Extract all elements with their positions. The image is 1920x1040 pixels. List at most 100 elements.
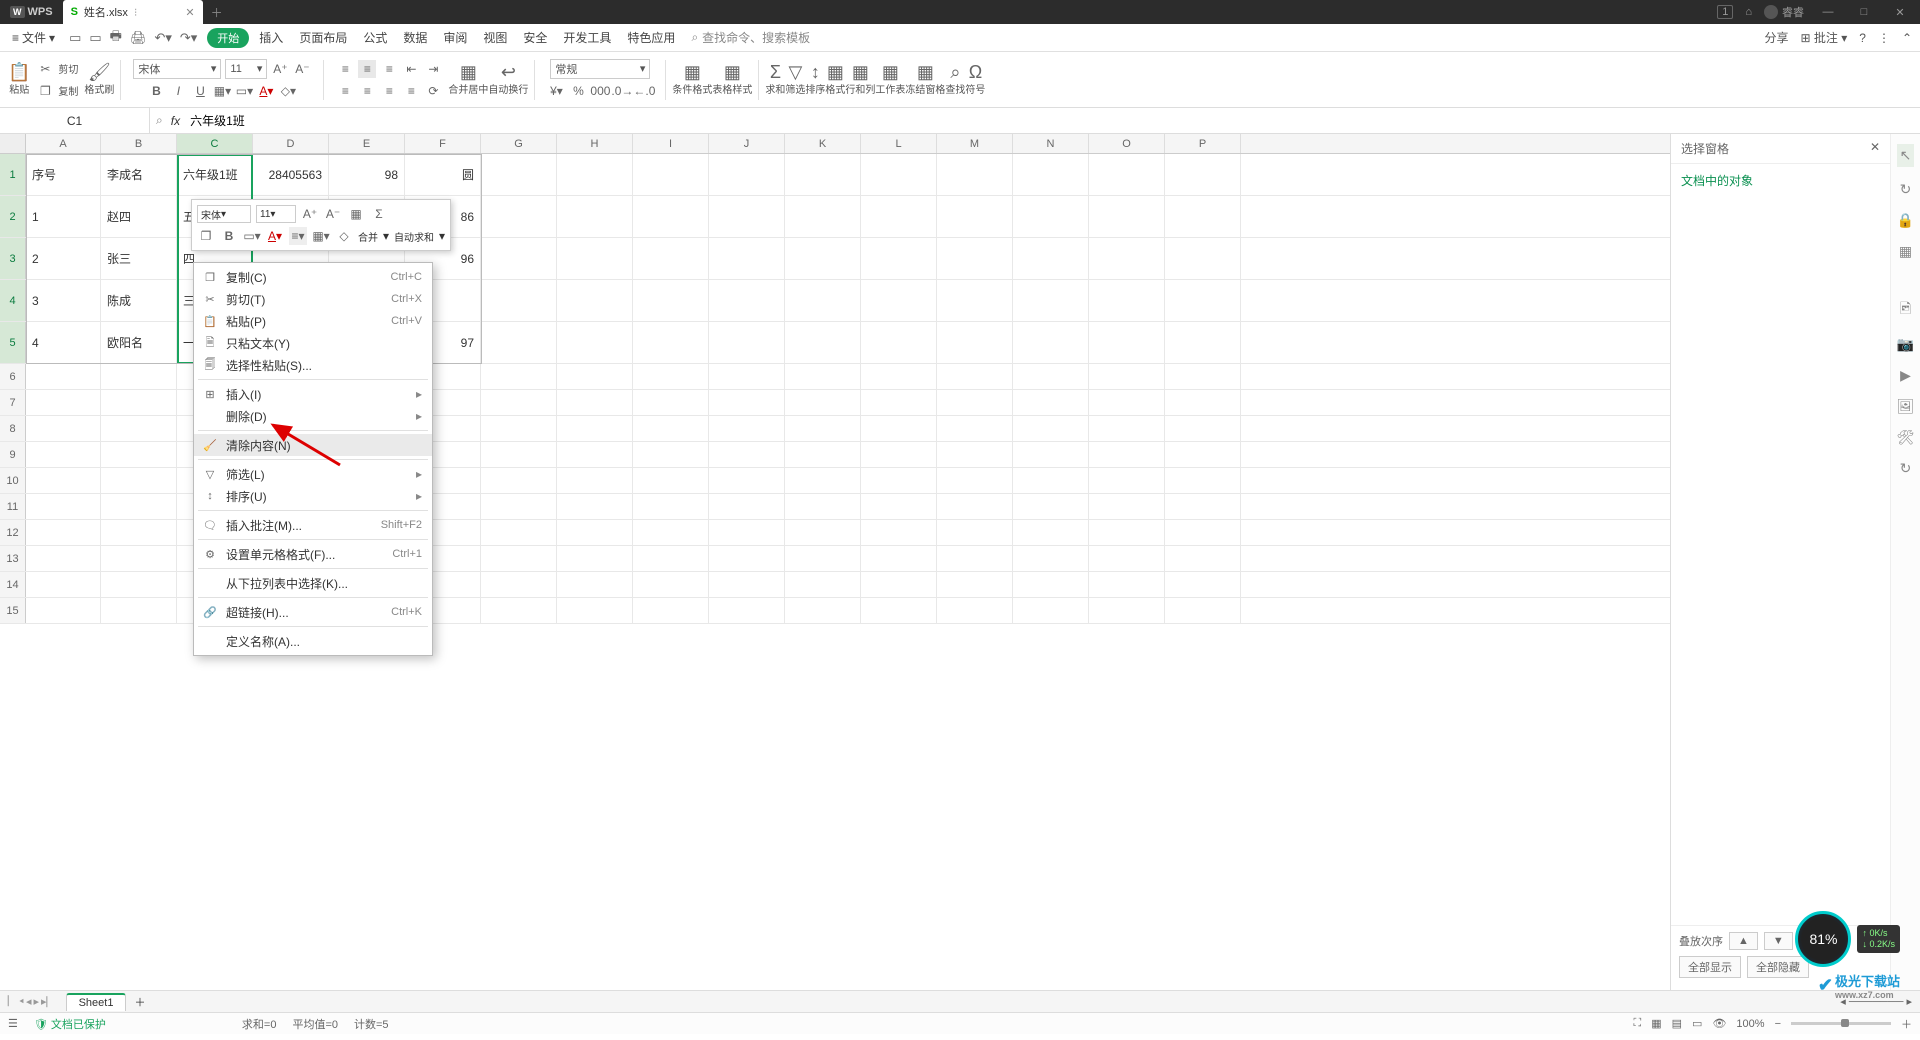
cell[interactable] [1165,416,1241,441]
col-G[interactable]: G [481,134,557,153]
add-sheet-button[interactable]: ＋ [126,994,153,1010]
cell[interactable] [785,442,861,467]
cell[interactable] [481,572,557,597]
zoom-in-icon[interactable]: ＋ [1901,1016,1912,1032]
mt-align-icon[interactable]: ≡▾ [289,227,307,245]
cell[interactable] [1013,416,1089,441]
cell[interactable] [709,572,785,597]
cell[interactable] [101,390,177,415]
cell[interactable] [937,442,1013,467]
view-reading-icon[interactable]: ▭ [1692,1017,1702,1030]
ctx-copy[interactable]: ❐复制(C)Ctrl+C [194,266,432,288]
cell[interactable] [1013,154,1089,195]
cell[interactable] [481,442,557,467]
cell[interactable] [861,494,937,519]
side-grid-icon[interactable]: ▦ [1899,243,1912,260]
collapse-ribbon-icon[interactable]: ⌃ [1902,31,1912,45]
cell[interactable] [633,468,709,493]
cell[interactable] [1089,468,1165,493]
col-D[interactable]: D [253,134,329,153]
cell[interactable] [481,280,557,321]
cell[interactable] [557,196,633,237]
side-play-icon[interactable]: ▶ [1900,367,1911,384]
tab-formula[interactable]: 公式 [357,29,393,46]
user-avatar[interactable]: 睿睿 [1764,4,1804,20]
cell[interactable] [785,322,861,363]
find-button[interactable]: ⌕查找 [945,63,965,96]
cell[interactable] [481,598,557,623]
qat-preview-icon[interactable]: 🖶 [110,27,122,49]
cell[interactable] [1013,494,1089,519]
cell[interactable] [785,572,861,597]
mt-grow-icon[interactable]: A⁺ [301,205,319,223]
perf-gauge[interactable]: 81% [1795,911,1851,967]
cell[interactable] [785,598,861,623]
cell[interactable] [481,520,557,545]
qat-print2-icon[interactable]: 🖨 [130,30,147,46]
cell[interactable] [1013,442,1089,467]
cell[interactable] [1013,572,1089,597]
align-mid-icon[interactable]: ≡ [358,60,376,78]
sort-button[interactable]: ↕排序 [805,63,825,96]
col-B[interactable]: B [101,134,177,153]
ctx-sort[interactable]: ↕排序(U)▸ [194,485,432,507]
fill-icon[interactable]: ▭▾ [235,82,253,100]
cell[interactable] [937,598,1013,623]
cell[interactable] [1013,546,1089,571]
row-header[interactable]: 3 [0,238,26,279]
cell[interactable] [1165,572,1241,597]
ctx-paste-text[interactable]: 🗎只粘文本(Y) [194,332,432,354]
cell[interactable] [709,390,785,415]
cell[interactable] [557,598,633,623]
cell[interactable] [1089,416,1165,441]
cell[interactable]: 28405563 [253,154,329,195]
sheet-tab-1[interactable]: Sheet1 [66,993,127,1011]
cell[interactable] [481,546,557,571]
cell[interactable] [785,416,861,441]
cell[interactable] [861,468,937,493]
cell[interactable]: 欧阳名 [101,322,177,363]
cell[interactable] [1089,196,1165,237]
cell[interactable] [101,468,177,493]
row-header[interactable]: 7 [0,390,26,415]
copy-icon[interactable]: ❐ [36,82,54,100]
zoom-out-icon[interactable]: − [1775,1018,1781,1030]
cell[interactable] [937,546,1013,571]
stack-up-button[interactable]: ▲ [1729,932,1758,950]
wrap-button[interactable]: ↩自动换行 [488,63,528,96]
tab-dev[interactable]: 开发工具 [557,29,617,46]
zoom-label[interactable]: 100% [1736,1018,1764,1030]
font-name-select[interactable]: 宋体▾ [133,59,221,79]
cell[interactable] [1165,322,1241,363]
col-I[interactable]: I [633,134,709,153]
cell[interactable] [101,546,177,571]
cell[interactable] [785,238,861,279]
cell[interactable] [1165,546,1241,571]
side-tool-icon[interactable]: 🛠 [1897,429,1915,446]
mt-clip-icon[interactable]: ❐ [197,227,215,245]
status-icon[interactable]: ☰ [8,1017,18,1030]
col-J[interactable]: J [709,134,785,153]
cell[interactable] [709,280,785,321]
cell[interactable] [785,520,861,545]
col-F[interactable]: F [405,134,481,153]
cell[interactable] [785,364,861,389]
zoom-slider[interactable] [1791,1022,1891,1025]
hamburger-icon[interactable]: ≡ 文件 ▾ [8,29,59,46]
cell[interactable] [557,238,633,279]
side-img-icon[interactable]: 🖼 [1897,398,1915,415]
row-header[interactable]: 15 [0,598,26,623]
cell[interactable]: 3 [26,280,101,321]
cell[interactable] [1089,238,1165,279]
cell[interactable] [937,572,1013,597]
mt-font[interactable]: 宋体▾ [197,205,251,223]
cell[interactable] [633,598,709,623]
cell[interactable] [101,364,177,389]
cell[interactable] [785,154,861,195]
cell[interactable] [785,390,861,415]
cell[interactable] [481,322,557,363]
cell[interactable] [26,494,101,519]
tab-layout[interactable]: 页面布局 [293,29,353,46]
cell[interactable] [709,416,785,441]
tab-view[interactable]: 视图 [477,29,513,46]
